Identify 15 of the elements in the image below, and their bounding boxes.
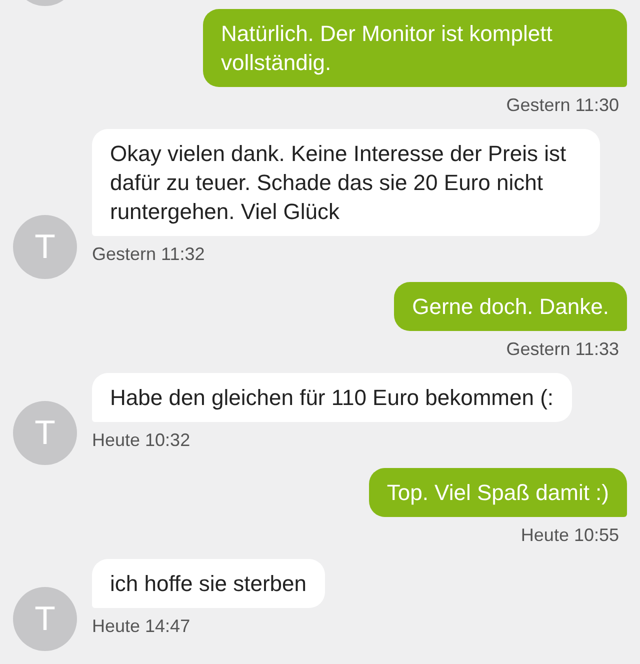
message-bubble: Top. Viel Spaß damit :) [368, 468, 627, 517]
avatar: T [13, 587, 77, 651]
avatar: T [13, 215, 77, 279]
message-bubble: ich hoffe sie sterben [92, 559, 324, 608]
message-time: Heute 10:55 [520, 525, 620, 546]
avatar: T [13, 401, 77, 465]
message-time: Gestern 11:33 [505, 339, 620, 360]
message-bubble: Habe den gleichen für 110 Euro bekommen (: [92, 373, 572, 422]
message-time: Gestern 11:32 [92, 244, 205, 265]
message-time: Heute 14:47 [92, 616, 190, 637]
message-time: Gestern 11:30 [505, 95, 620, 116]
message-bubble: Natürlich. Der Monitor ist komplett vollständig. [203, 9, 627, 87]
message-bubble: Okay vielen dank. Keine Interesse der Preis ist dafür zu teuer. Schade das sie 20 Euro nicht runtergehen. Viel Glück [92, 129, 600, 236]
message-bubble: Gerne doch. Danke. [394, 282, 627, 331]
message-time: Heute 10:32 [92, 430, 190, 451]
